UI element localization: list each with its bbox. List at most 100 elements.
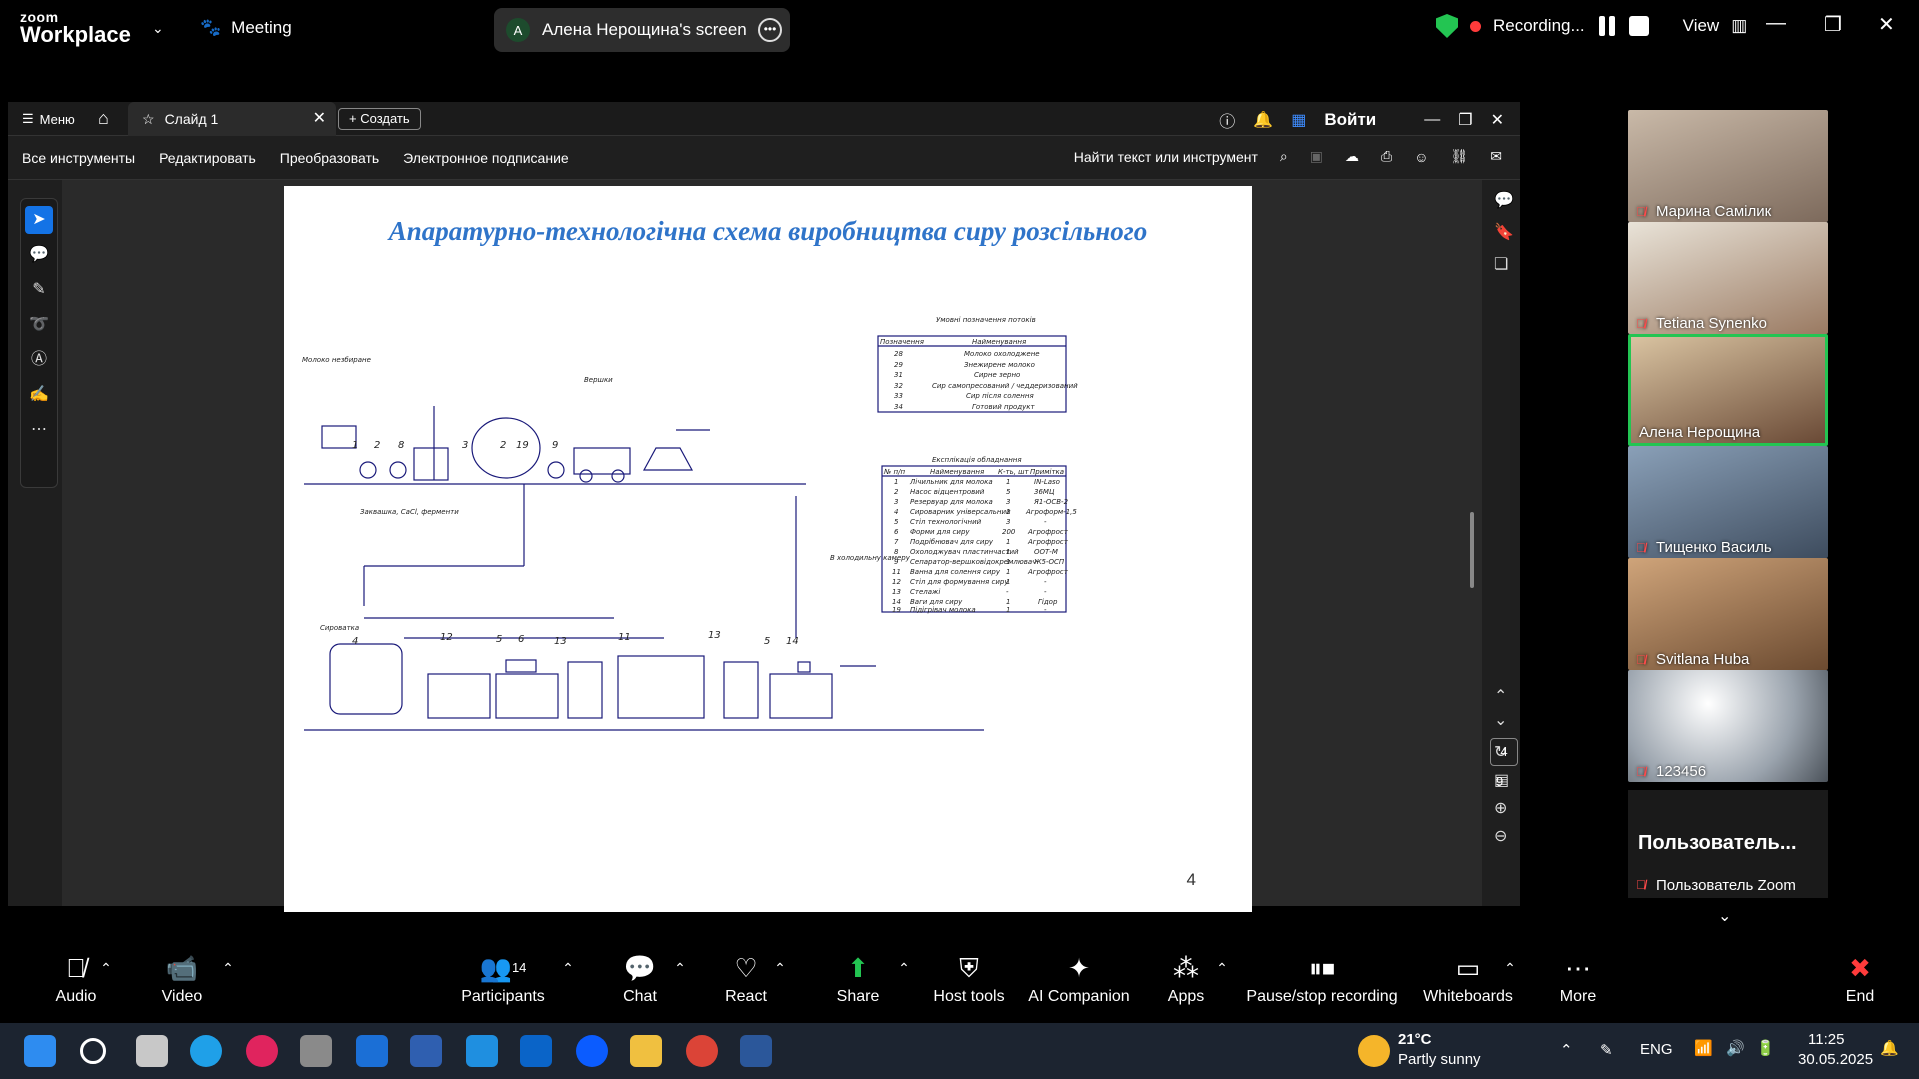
edge-icon[interactable] xyxy=(190,1035,222,1067)
vertical-scrollbar[interactable] xyxy=(1470,512,1474,588)
app-blue-icon[interactable] xyxy=(356,1035,388,1067)
select-cursor-icon[interactable]: ➤ xyxy=(25,206,53,234)
participant-tile-active-speaker[interactable]: Алена Нерощина xyxy=(1628,334,1828,446)
participant-tile[interactable]: 🎙̸ Марина Самілик xyxy=(1628,110,1828,222)
stop-recording-button[interactable] xyxy=(1628,16,1649,36)
task-view-icon[interactable] xyxy=(136,1035,168,1067)
restore-icon[interactable]: ❐ xyxy=(1824,12,1842,37)
pause-stop-recording-button[interactable]: ⏸⏹ Pause/stop recording xyxy=(1242,948,1402,1006)
save-icon[interactable]: ▣ xyxy=(1310,148,1323,165)
zoom-out-icon[interactable]: ⊖ xyxy=(1494,826,1507,846)
participant-tile[interactable]: 🎙̸ Тищенко Василь xyxy=(1628,446,1828,558)
bookmark-icon[interactable]: 🔖 xyxy=(1494,222,1514,242)
convert-button[interactable]: Преобразовать xyxy=(280,150,379,166)
share-button[interactable]: ⬆ Share xyxy=(826,948,890,1006)
minimize-icon[interactable]: — xyxy=(1766,12,1786,35)
chevron-up-icon[interactable]: ⌃ xyxy=(1494,686,1507,706)
lasso-draw-icon[interactable]: ➰ xyxy=(25,311,53,339)
signin-button[interactable]: Войти xyxy=(1324,110,1376,130)
minimize-icon[interactable]: — xyxy=(1424,111,1440,129)
close-icon[interactable]: ✕ xyxy=(1491,110,1504,130)
security-shield-icon[interactable] xyxy=(1436,14,1458,38)
chat-options-caret[interactable]: ⌃ xyxy=(670,948,690,988)
create-button[interactable]: + Создать xyxy=(338,108,421,130)
app-red-icon[interactable] xyxy=(246,1035,278,1067)
highlight-pen-icon[interactable]: ✎ xyxy=(25,276,53,304)
apps-button[interactable]: ⁂ Apps xyxy=(1156,948,1216,1006)
chat-button[interactable]: 💬 Chat xyxy=(610,948,670,1006)
share-options-caret[interactable]: ⌃ xyxy=(894,948,914,988)
video-options-caret[interactable]: ⌃ xyxy=(218,948,238,988)
pen-wifi-icon[interactable]: ✎ xyxy=(1600,1041,1613,1059)
edit-button[interactable]: Редактировать xyxy=(159,150,256,166)
chrome-icon[interactable] xyxy=(686,1035,718,1067)
react-button[interactable]: ♡ React xyxy=(716,948,776,1006)
volume-icon[interactable]: 🔊 xyxy=(1726,1039,1745,1057)
wifi-icon[interactable]: 📶 xyxy=(1694,1039,1713,1057)
participants-button[interactable]: 👥14 Participants xyxy=(458,948,548,1006)
windows-start-icon[interactable] xyxy=(24,1035,56,1067)
bell-icon[interactable]: 🔔 xyxy=(1253,110,1273,130)
apps-grid-icon[interactable]: ▦ xyxy=(1291,110,1306,130)
tray-chevron-icon[interactable]: ⌃ xyxy=(1560,1041,1573,1059)
close-icon[interactable]: ✕ xyxy=(1878,12,1895,37)
ai-companion-button[interactable]: ✦ AI Companion xyxy=(1024,948,1134,1006)
print-icon[interactable]: ⎙ xyxy=(1381,148,1392,165)
upload-cloud-icon[interactable]: ☁ xyxy=(1345,148,1359,165)
esign-button[interactable]: Электронное подписание xyxy=(403,150,569,166)
grid-view-icon[interactable]: ▥ xyxy=(1731,16,1747,36)
whiteboards-options-caret[interactable]: ⌃ xyxy=(1500,948,1520,988)
app-navy-icon[interactable] xyxy=(410,1035,442,1067)
calculator-icon[interactable] xyxy=(300,1035,332,1067)
search-icon[interactable]: ⌕ xyxy=(1280,148,1288,165)
meeting-menu[interactable]: 🐾 Meeting xyxy=(200,18,292,38)
pause-recording-button[interactable] xyxy=(1597,16,1617,36)
chevron-down-icon[interactable]: ⌄ xyxy=(152,20,164,37)
link-icon[interactable]: ⛓ xyxy=(1450,148,1468,165)
file-explorer-icon[interactable] xyxy=(630,1035,662,1067)
apps-options-caret[interactable]: ⌃ xyxy=(1212,948,1232,988)
notification-icon[interactable]: 🔔 xyxy=(1880,1039,1899,1057)
close-tab-icon[interactable]: ✕ xyxy=(313,108,326,128)
search-icon[interactable] xyxy=(80,1038,106,1064)
weather-temp[interactable]: 21°C xyxy=(1398,1031,1432,1048)
acrobat-menu-button[interactable]: ☰ Меню xyxy=(22,111,75,127)
battery-icon[interactable]: 🔋 xyxy=(1756,1039,1775,1057)
more-tools-icon[interactable]: ⋯ xyxy=(25,416,53,444)
participants-options-caret[interactable]: ⌃ xyxy=(558,948,578,988)
zoom-in-icon[interactable]: ⊕ xyxy=(1494,798,1507,818)
sign-pen-icon[interactable]: ✍ xyxy=(25,381,53,409)
participant-tile-no-video[interactable]: Пользователь... 🎙̸ Пользователь Zoom xyxy=(1628,790,1828,898)
language-indicator[interactable]: ENG xyxy=(1640,1041,1673,1058)
share-user-icon[interactable]: ☺ xyxy=(1414,149,1428,165)
outlook-icon[interactable] xyxy=(520,1035,552,1067)
video-button[interactable]: 📹 Video xyxy=(150,948,214,1006)
star-icon[interactable]: ☆ xyxy=(142,111,155,128)
more-button[interactable]: ⋯ More xyxy=(1548,948,1608,1006)
search-tools-input[interactable]: Найти текст или инструмент xyxy=(1074,149,1258,165)
more-options-icon[interactable]: ••• xyxy=(758,18,782,42)
host-tools-button[interactable]: ⛨ Host tools xyxy=(924,948,1014,1006)
home-icon[interactable]: ⌂ xyxy=(98,108,109,129)
participant-tile[interactable]: 🎙̸ Svitlana Huba xyxy=(1628,558,1828,670)
comments-panel-icon[interactable]: 💬 xyxy=(1494,190,1514,210)
myhp-icon[interactable] xyxy=(466,1035,498,1067)
text-select-icon[interactable]: Ⓐ xyxy=(25,346,53,374)
weather-desc[interactable]: Partly sunny xyxy=(1398,1051,1481,1068)
email-icon[interactable]: ✉ xyxy=(1490,148,1502,165)
participant-tile[interactable]: 🎙̸ 123456 xyxy=(1628,670,1828,782)
audio-options-caret[interactable]: ⌃ xyxy=(96,948,116,988)
current-page-input[interactable]: 4 xyxy=(1490,738,1518,766)
comment-icon[interactable]: 💬 xyxy=(25,241,53,269)
document-tab[interactable]: ☆ Слайд 1 ✕ xyxy=(128,102,336,136)
all-tools-button[interactable]: Все инструменты xyxy=(22,150,135,166)
view-button[interactable]: View xyxy=(1683,16,1720,36)
zoom-app-icon[interactable] xyxy=(576,1035,608,1067)
end-meeting-button[interactable]: ✖ End xyxy=(1830,948,1890,1006)
clock-date[interactable]: 30.05.2025 xyxy=(1798,1051,1873,1068)
pages-icon[interactable]: ❏ xyxy=(1494,254,1508,274)
screen-share-pill[interactable]: A Алена Нерощина's screen ••• xyxy=(494,8,790,52)
help-icon[interactable]: ⓘ xyxy=(1219,108,1235,132)
restore-icon[interactable]: ❐ xyxy=(1458,110,1472,130)
clock-time[interactable]: 11:25 xyxy=(1808,1031,1844,1048)
